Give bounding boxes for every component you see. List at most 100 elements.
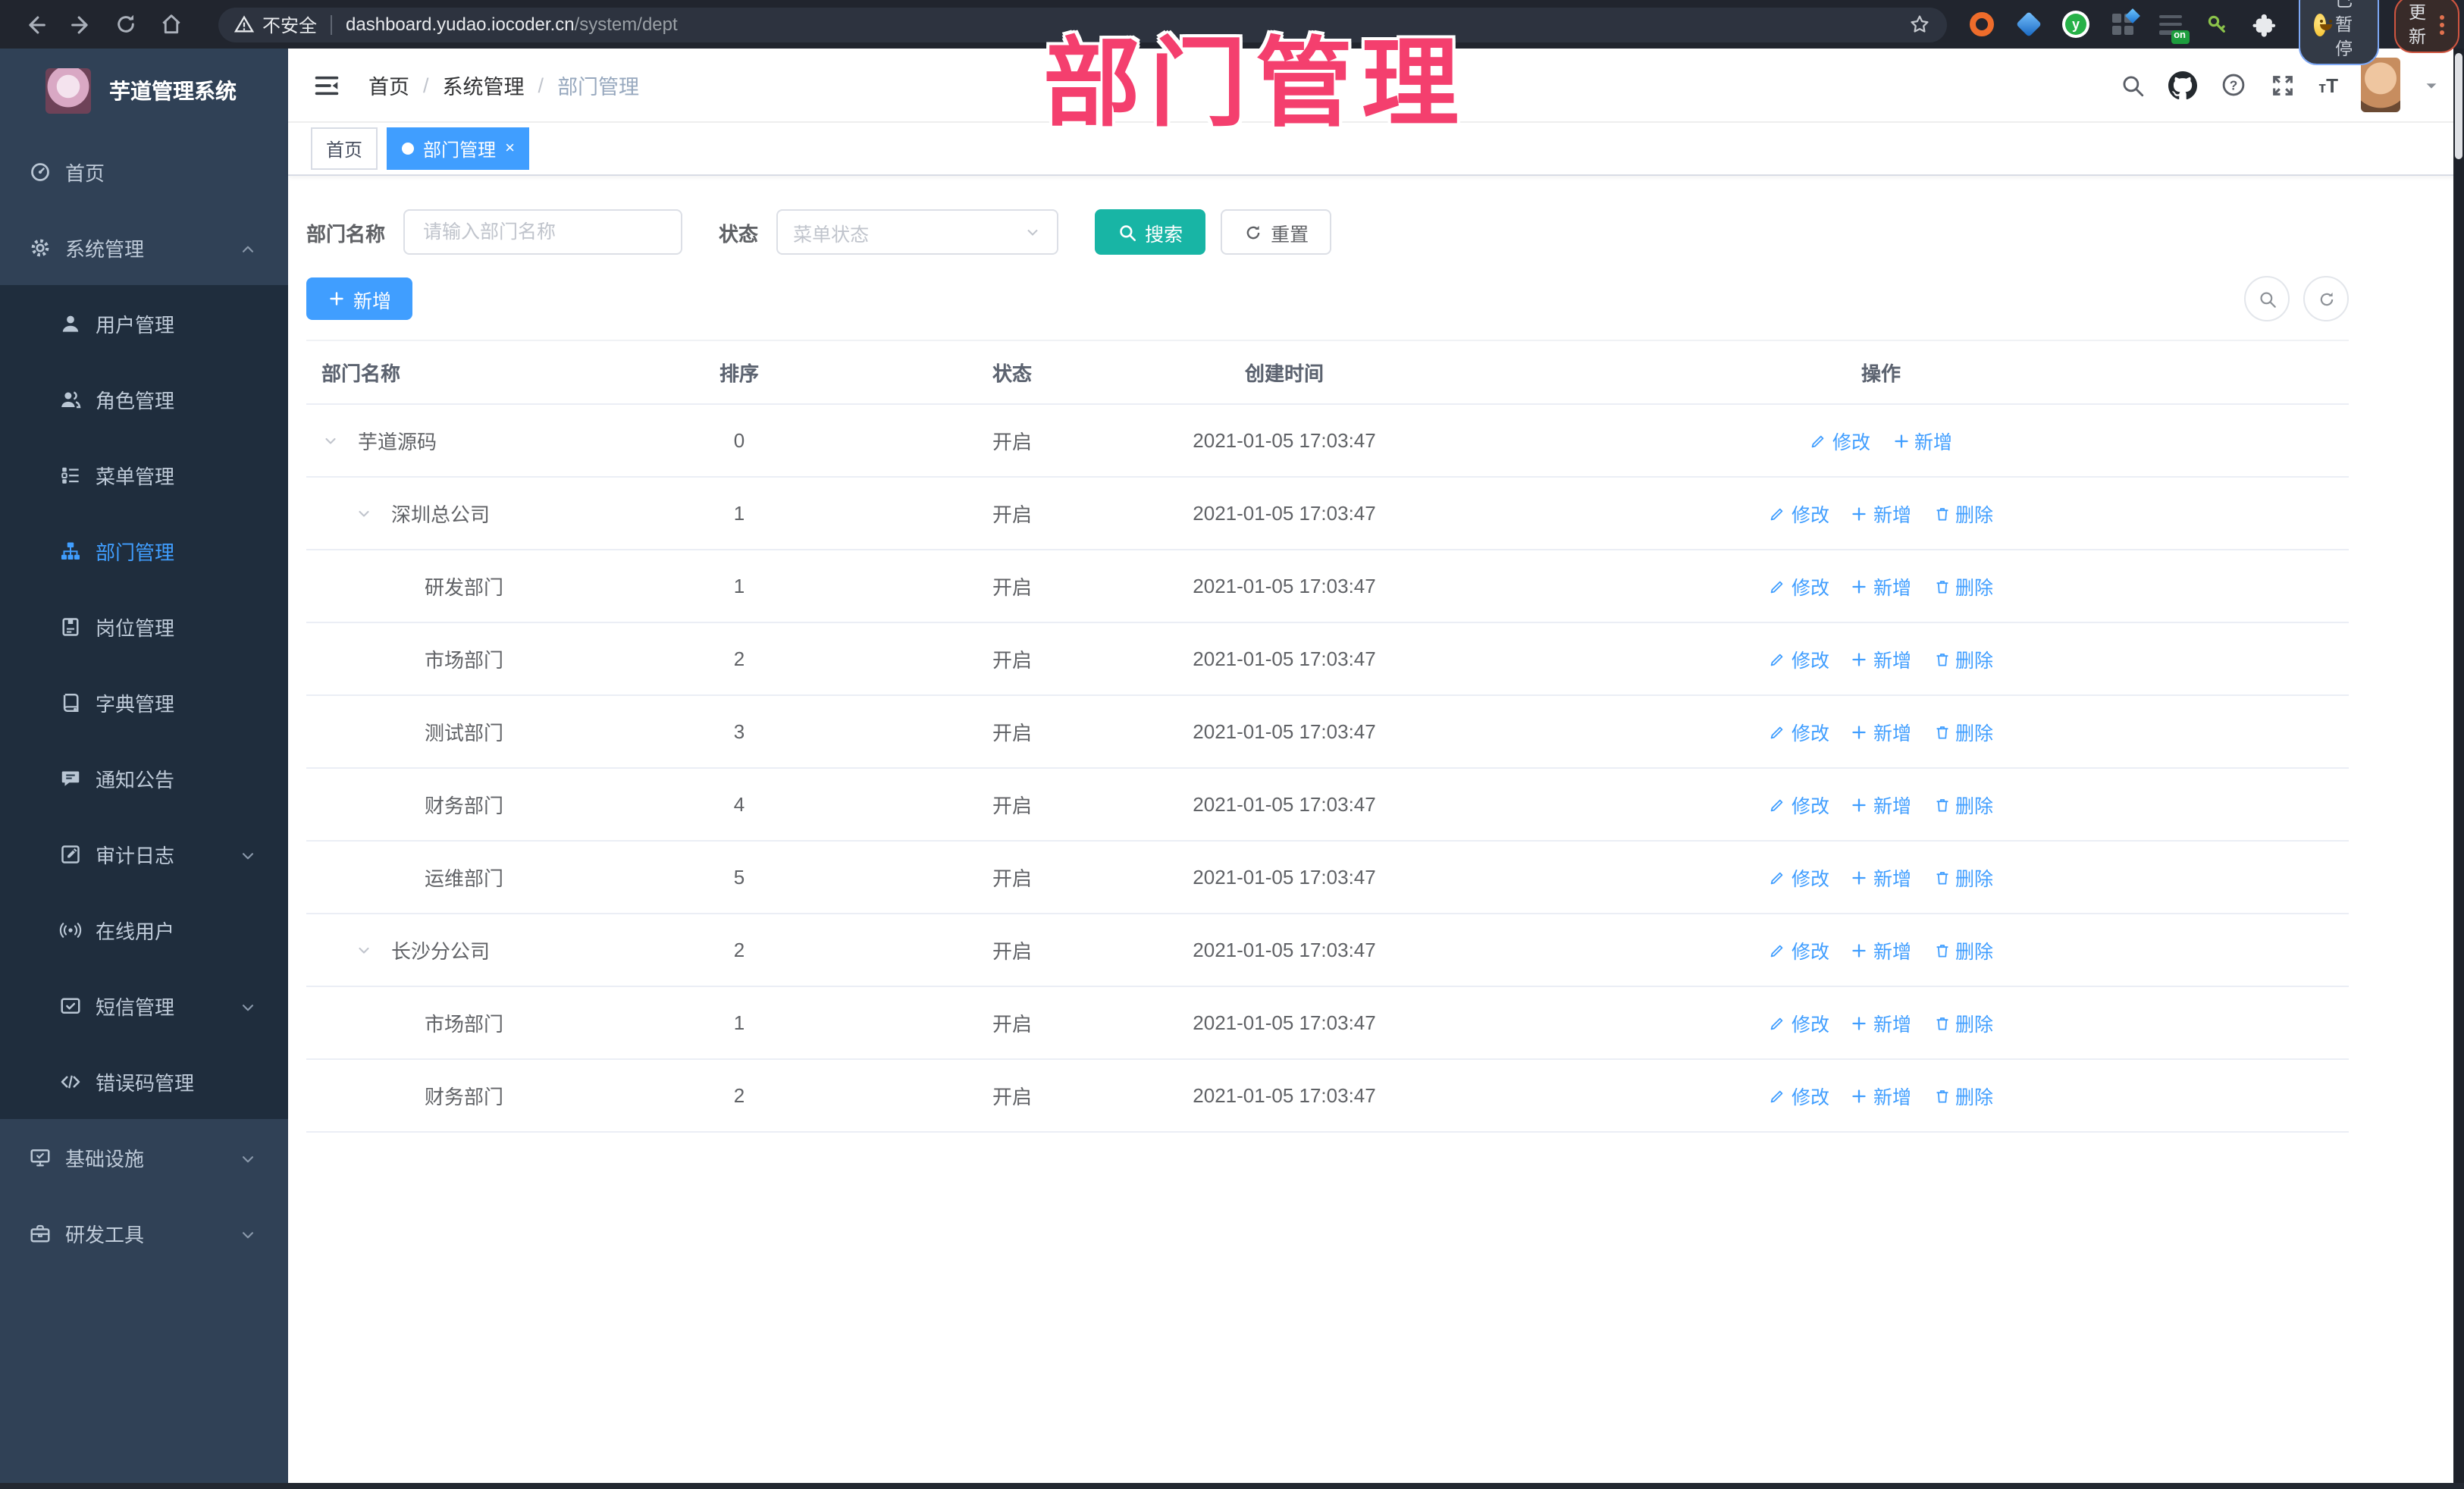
edit-link[interactable]: 修改 [1769,1081,1829,1110]
github-icon[interactable] [2168,71,2198,99]
caret-down-icon[interactable] [2423,77,2440,93]
blue-gem-extension-icon[interactable] [2015,11,2042,38]
dept-name-label: 部门名称 [306,222,386,245]
sidebar-item-3[interactable]: 角色管理 [0,361,288,437]
add-link[interactable]: 新增 [1892,426,1952,455]
delete-link[interactable]: 删除 [1933,499,1993,528]
tree-expand-icon[interactable] [321,431,358,450]
edit-link[interactable]: 修改 [1769,936,1829,964]
sidebar-item-9[interactable]: 审计日志 [0,816,288,892]
add-link[interactable]: 新增 [1851,790,1911,819]
home-icon[interactable] [152,5,191,44]
puzzle-extensions-icon[interactable] [2250,11,2277,38]
edit-link[interactable]: 修改 [1769,644,1829,673]
created-time-cell: 2021-01-05 17:03:47 [1193,793,1376,816]
actions-cell: 修改 新增 删除 [1413,644,2349,673]
delete-link[interactable]: 删除 [1933,1008,1993,1037]
add-link[interactable]: 新增 [1851,1081,1911,1110]
breadcrumb-item[interactable]: 首页 [368,70,409,100]
toggle-search-button[interactable] [2244,276,2290,321]
edit-link[interactable]: 修改 [1769,717,1829,746]
sidebar-item-2[interactable]: 用户管理 [0,285,288,361]
delete-link[interactable]: 删除 [1933,644,1993,673]
edit-icon [1771,1089,1784,1102]
sidebar-item-8[interactable]: 通知公告 [0,740,288,816]
font-size-icon[interactable]: тT [2318,74,2338,96]
delete-link[interactable]: 删除 [1933,572,1993,600]
scrollbar-thumb[interactable] [2455,53,2462,159]
sidebar-item-14[interactable]: 研发工具 [0,1195,288,1271]
sidebar-item-4[interactable]: 菜单管理 [0,437,288,513]
status-cell: 开启 [992,722,1032,744]
delete-link[interactable]: 删除 [1933,717,1993,746]
tab-部门管理[interactable]: 部门管理 × [387,127,530,170]
refresh-table-button[interactable] [2303,276,2349,321]
edit-link[interactable]: 修改 [1810,426,1870,455]
status-cell: 开启 [992,649,1032,672]
edit-link[interactable]: 修改 [1769,1008,1829,1037]
green-y-extension-icon[interactable]: y [2062,11,2089,38]
status-select[interactable]: 菜单状态 [776,209,1059,255]
add-link[interactable]: 新增 [1851,863,1911,892]
add-link[interactable]: 新增 [1851,1008,1911,1037]
delete-link[interactable]: 删除 [1933,790,1993,819]
plus-icon [1853,725,1867,738]
browser-menu-icon[interactable] [2440,14,2444,34]
breadcrumb-item[interactable]: 系统管理 [443,70,525,100]
sort-cell: 1 [733,575,745,597]
delete-link[interactable]: 删除 [1933,1081,1993,1110]
orange-ring-extension-icon[interactable] [1968,11,1995,38]
breadcrumb-item[interactable]: 部门管理 [557,70,639,100]
fullscreen-icon[interactable] [2270,72,2296,98]
tabs-on-extension-icon[interactable]: on [2156,11,2189,43]
edit-link[interactable]: 修改 [1769,863,1829,892]
security-status[interactable]: 不安全 [234,11,317,37]
sidebar-item-5[interactable]: 部门管理 [0,513,288,588]
search-button[interactable]: 搜索 [1095,209,1206,255]
add-link[interactable]: 新增 [1851,717,1911,746]
announcement-icon [59,766,82,790]
sidebar-item-11[interactable]: 短信管理 [0,967,288,1043]
delete-link[interactable]: 删除 [1933,936,1993,964]
actions-cell: 修改 新增 删除 [1413,863,2349,892]
key-extension-icon[interactable] [2203,11,2230,38]
sidebar-item-13[interactable]: 基础设施 [0,1119,288,1195]
add-button[interactable]: 新增 [306,277,413,320]
forward-icon[interactable] [61,5,100,44]
search-icon[interactable] [2120,72,2146,98]
tree-expand-icon[interactable] [355,941,391,959]
sidebar-logo-row[interactable]: 芋道管理系统 [0,49,288,133]
edit-link[interactable]: 修改 [1769,572,1829,600]
edit-link[interactable]: 修改 [1769,499,1829,528]
add-link[interactable]: 新增 [1851,572,1911,600]
browser-scrollbar[interactable] [2453,49,2464,1489]
navbar-actions: ? тT [2120,58,2440,112]
grid-extension-icon[interactable] [2109,8,2140,38]
delete-link[interactable]: 删除 [1933,863,1993,892]
reload-icon[interactable] [106,5,146,44]
add-link[interactable]: 新增 [1851,644,1911,673]
sidebar-item-10[interactable]: 在线用户 [0,892,288,967]
sidebar-item-7[interactable]: 字典管理 [0,664,288,740]
tab-首页[interactable]: 首页 [311,127,378,170]
tab-label: 部门管理 [423,139,497,160]
reset-button[interactable]: 重置 [1221,209,1332,255]
sidebar-item-12[interactable]: 错误码管理 [0,1043,288,1119]
sidebar-item-6[interactable]: 岗位管理 [0,588,288,664]
back-icon[interactable] [15,5,55,44]
add-link[interactable]: 新增 [1851,499,1911,528]
dept-name-input[interactable] [403,209,683,255]
star-icon[interactable] [1908,12,1932,36]
profile-paused-pill[interactable]: 已暂停 [2299,0,2378,65]
sidebar-item-1[interactable]: 系统管理 [0,209,288,285]
dept-name-cell: 长沙分公司 [306,936,610,964]
edit-link[interactable]: 修改 [1769,790,1829,819]
tree-expand-icon[interactable] [355,504,391,522]
add-link[interactable]: 新增 [1851,936,1911,964]
menu-fold-icon[interactable] [312,71,341,99]
close-icon[interactable]: × [505,139,515,157]
sidebar-item-0[interactable]: 首页 [0,133,288,209]
user-avatar[interactable] [2361,58,2400,112]
browser-update-button[interactable]: 更新 [2393,0,2459,53]
help-icon[interactable]: ? [2220,71,2247,99]
